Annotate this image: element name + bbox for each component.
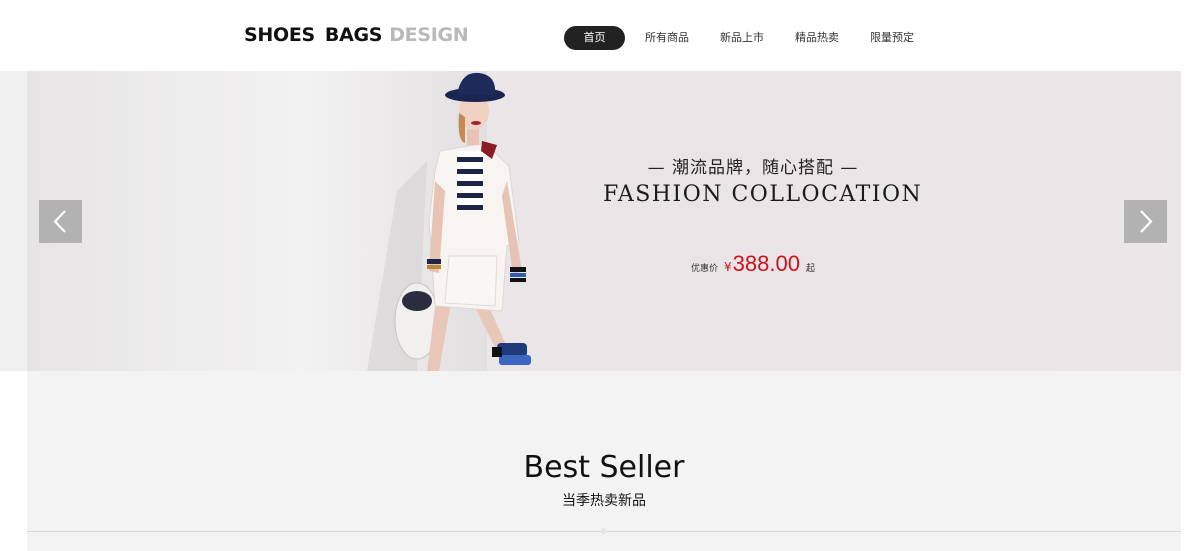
best-seller-section: Best Seller 当季热卖新品	[27, 371, 1181, 551]
slogan-english: FASHION COLLOCATION	[603, 182, 923, 207]
banner-next-button[interactable]	[1124, 200, 1167, 243]
section-subtitle: 当季热卖新品	[562, 493, 646, 509]
logo-word-bags: BAGS	[324, 24, 383, 46]
logo-word-design: DESIGN	[389, 24, 469, 46]
chevron-left-icon	[53, 210, 66, 233]
price-label: 优惠价	[691, 264, 719, 274]
divider-diamond	[599, 527, 608, 536]
banner-slogan: — 潮流品牌，随心搭配 — FASHION COLLOCATION	[603, 153, 923, 207]
banner-prev-button[interactable]	[39, 200, 82, 243]
nav-item-hot-sale[interactable]: 精品热卖	[785, 26, 849, 50]
hero-banner[interactable]: — 潮流品牌，随心搭配 — FASHION COLLOCATION 优惠价 ¥ …	[27, 71, 1181, 371]
section-title: Best Seller	[523, 450, 685, 485]
chevron-right-icon	[1140, 210, 1153, 233]
page-edge	[1181, 71, 1188, 551]
banner-price: 优惠价 ¥ 388.00 起	[691, 251, 815, 277]
slogan-chinese: — 潮流品牌，随心搭配 —	[647, 158, 859, 178]
main-nav: 首页 所有商品 新品上市 精品热卖 限量预定	[564, 26, 935, 50]
logo[interactable]: SHOES BAGS DESIGN	[244, 24, 469, 46]
logo-word-shoes: SHOES	[244, 24, 315, 46]
price-currency: ¥	[724, 260, 732, 274]
nav-item-limited-preorder[interactable]: 限量预定	[860, 26, 924, 50]
nav-item-all-products[interactable]: 所有商品	[635, 26, 699, 50]
site-header: SHOES BAGS DESIGN 首页 所有商品 新品上市 精品热卖 限量预定	[0, 0, 1188, 71]
nav-item-new-arrivals[interactable]: 新品上市	[710, 26, 774, 50]
model-image	[367, 72, 531, 371]
nav-item-home[interactable]: 首页	[564, 26, 625, 50]
price-suffix: 起	[805, 264, 815, 274]
price-value: 388.00	[732, 251, 800, 276]
